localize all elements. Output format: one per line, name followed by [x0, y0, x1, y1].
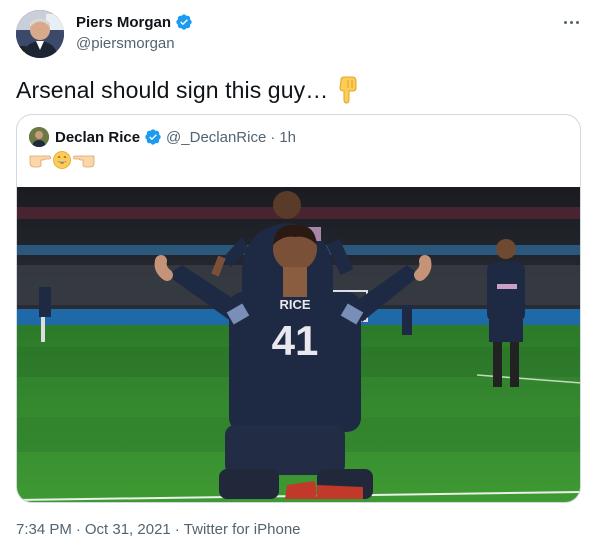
tweet-text-content: Arsenal should sign this guy… — [16, 76, 329, 103]
tweet-card: Piers Morgan @piersmorgan Arsenal should… — [0, 0, 597, 556]
backhand-index-pointing-left-icon — [73, 152, 95, 173]
more-options-icon[interactable] — [561, 12, 581, 32]
tweet-date[interactable]: Oct 31, 2021 — [85, 521, 171, 538]
separator-dot: · — [75, 521, 81, 538]
author-display-name[interactable]: Piers Morgan — [76, 14, 171, 31]
verified-badge-icon — [175, 13, 193, 31]
quoted-tweet-header: Declan Rice @_DeclanRice · 1h — [29, 127, 296, 147]
separator-dot: · — [174, 521, 180, 538]
backhand-index-pointing-right-icon — [29, 152, 51, 173]
shirt-name: RICE — [279, 297, 310, 312]
tweet-metadata: 7:34 PM · Oct 31, 2021 · Twitter for iPh… — [16, 521, 301, 538]
author-avatar[interactable] — [16, 10, 64, 58]
quoted-author-display-name[interactable]: Declan Rice — [55, 129, 140, 146]
quoted-tweet-time[interactable]: 1h — [279, 129, 296, 146]
quoted-tweet-photo[interactable]: RICE 41 — [17, 187, 580, 502]
grinning-face-icon — [53, 151, 71, 174]
author-name-row[interactable]: Piers Morgan — [76, 13, 193, 31]
separator-dot: · — [270, 128, 276, 146]
tweet-time[interactable]: 7:34 PM — [16, 521, 72, 538]
quoted-tweet[interactable]: Declan Rice @_DeclanRice · 1h RICE 41 — [16, 114, 581, 503]
verified-badge-icon — [144, 128, 162, 146]
author-handle[interactable]: @piersmorgan — [76, 35, 175, 52]
shirt-number: 41 — [272, 317, 319, 364]
quoted-author-avatar[interactable] — [29, 127, 49, 147]
tweet-source[interactable]: Twitter for iPhone — [184, 521, 301, 538]
backhand-index-pointing-down-icon — [334, 76, 360, 104]
quoted-author-handle: @_DeclanRice — [166, 128, 267, 146]
quoted-tweet-text — [29, 151, 95, 174]
tweet-text: Arsenal should sign this guy… — [16, 76, 360, 104]
